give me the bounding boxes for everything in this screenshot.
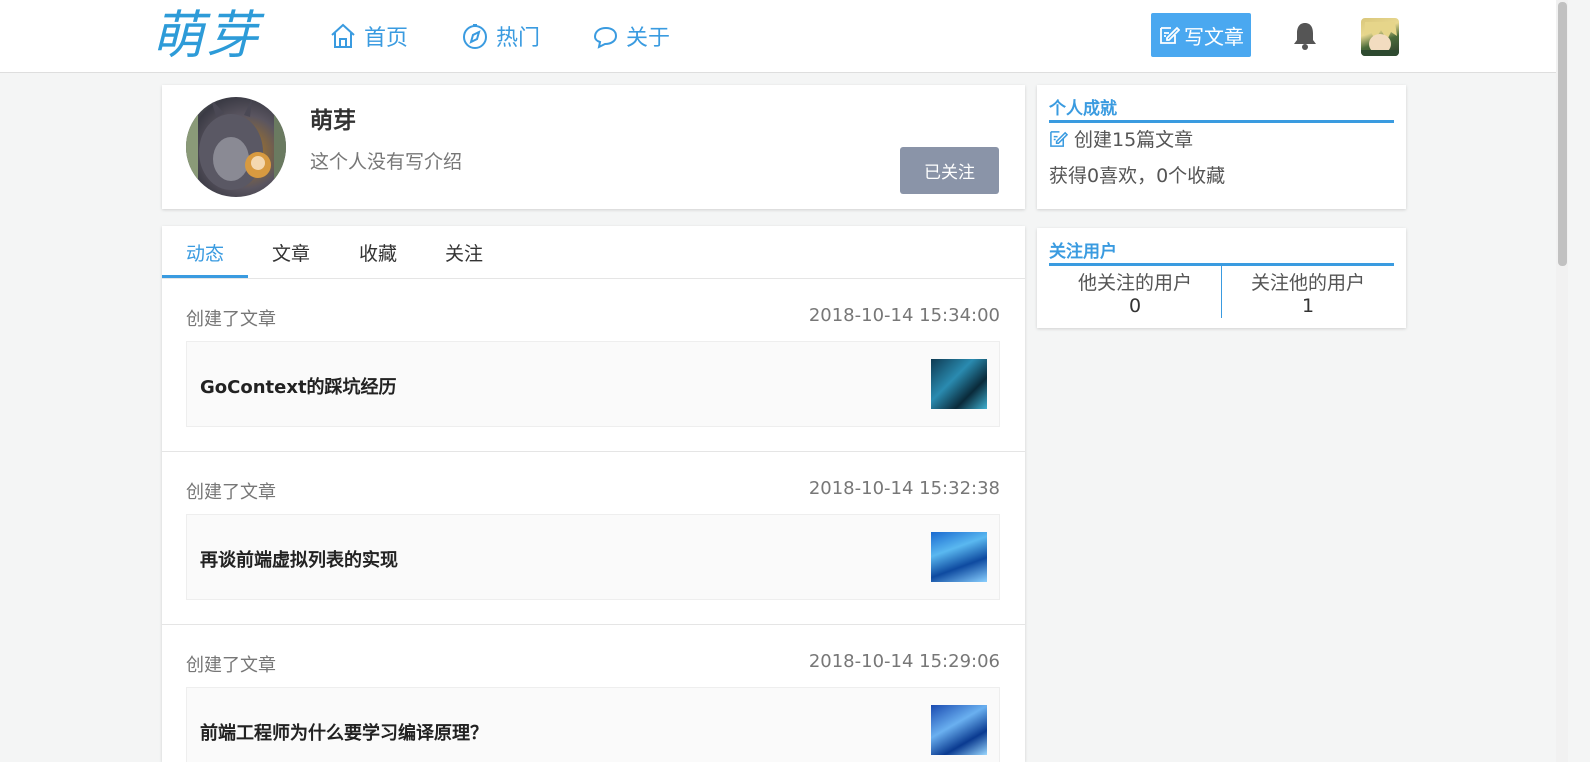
tab-articles[interactable]: 文章 (272, 239, 310, 266)
article-card[interactable]: 再谈前端虚拟列表的实现 (186, 514, 1000, 600)
nav-home[interactable]: 首页 (328, 18, 408, 54)
compass-icon (463, 24, 487, 49)
followers-label: 关注他的用户 (1250, 272, 1365, 294)
article-title[interactable]: GoContext的踩坑经历 (200, 373, 397, 399)
following-count: 0 (1128, 295, 1142, 317)
feed-timestamp: 2018-10-14 15:34:00 (808, 305, 1000, 326)
profile-name: 萌芽 (310, 108, 356, 134)
nav-hot-label: 热门 (496, 26, 541, 51)
avatar-illustration (1361, 22, 1399, 56)
achievements-title: 个人成就 (1049, 98, 1394, 123)
following-label: 他关注的用户 (1077, 272, 1192, 294)
articles-created-label: 创建15篇文章 (1074, 129, 1194, 151)
follow-users-card: 关注用户 他关注的用户 0 关注他的用户 1 (1037, 228, 1406, 328)
chat-icon (593, 26, 618, 49)
article-card[interactable]: GoContext的踩坑经历 (186, 341, 1000, 427)
feed-action: 创建了文章 (186, 655, 276, 676)
article-card[interactable]: 前端工程师为什么要学习编译原理？ (186, 687, 1000, 762)
avatar-illustration (186, 97, 286, 197)
profile-card: 萌芽 这个人没有写介绍 已关注 (162, 85, 1025, 209)
nav-home-label: 首页 (364, 26, 409, 51)
home-icon (331, 23, 355, 48)
follow-users-title: 关注用户 (1049, 241, 1394, 266)
write-article-button[interactable]: 写文章 (1151, 13, 1251, 57)
followers-stat[interactable]: 关注他的用户 1 (1222, 268, 1394, 317)
tab-favorites[interactable]: 收藏 (359, 239, 397, 266)
article-title[interactable]: 再谈前端虚拟列表的实现 (200, 546, 398, 572)
nav-hot[interactable]: 热门 (460, 18, 540, 54)
profile-tabs: 动态 文章 收藏 关注 (162, 226, 1025, 279)
feed-timestamp: 2018-10-14 15:29:06 (808, 651, 1000, 672)
article-title[interactable]: 前端工程师为什么要学习编译原理？ (200, 719, 488, 745)
nav-about-label: 关于 (626, 26, 671, 51)
scrollbar-thumb[interactable] (1558, 2, 1567, 266)
article-thumbnail (931, 705, 987, 755)
edit-icon (1050, 131, 1068, 147)
activity-feed-card: 动态 文章 收藏 关注 创建了文章 2018-10-14 15:34:00 Go… (162, 226, 1025, 762)
followed-button[interactable]: 已关注 (900, 147, 999, 194)
feed-timestamp: 2018-10-14 15:32:38 (808, 478, 1000, 499)
notification-bell-icon[interactable] (1290, 20, 1320, 52)
feed-item: 创建了文章 2018-10-14 15:34:00 GoContext的踩坑经历 (162, 279, 1025, 452)
tab-following[interactable]: 关注 (445, 239, 483, 266)
articles-created: 创建15篇文章 (1049, 125, 1193, 152)
top-navbar: 萌芽 首页 热门 关于 写文章 (0, 0, 1568, 73)
tab-activity[interactable]: 动态 (186, 239, 224, 266)
feed-item: 创建了文章 2018-10-14 15:29:06 前端工程师为什么要学习编译原… (162, 625, 1025, 762)
following-stat[interactable]: 他关注的用户 0 (1049, 268, 1221, 317)
write-article-label: 写文章 (1184, 24, 1244, 49)
achievements-card: 个人成就 创建15篇文章 获得0喜欢，0个收藏 (1037, 85, 1406, 209)
user-avatar[interactable] (1361, 18, 1399, 56)
profile-avatar (186, 97, 286, 197)
feed-action: 创建了文章 (186, 482, 276, 503)
active-tab-indicator (162, 275, 248, 278)
followers-count: 1 (1301, 295, 1315, 317)
feed-item: 创建了文章 2018-10-14 15:32:38 再谈前端虚拟列表的实现 (162, 452, 1025, 625)
site-logo[interactable]: 萌芽 (152, 4, 260, 68)
nav-about[interactable]: 关于 (590, 18, 670, 54)
edit-icon (1160, 26, 1180, 44)
article-thumbnail (931, 359, 987, 409)
likes-favorites-stats: 获得0喜欢，0个收藏 (1049, 165, 1226, 187)
article-thumbnail (931, 532, 987, 582)
feed-action: 创建了文章 (186, 309, 276, 330)
profile-intro: 这个人没有写介绍 (310, 151, 463, 173)
